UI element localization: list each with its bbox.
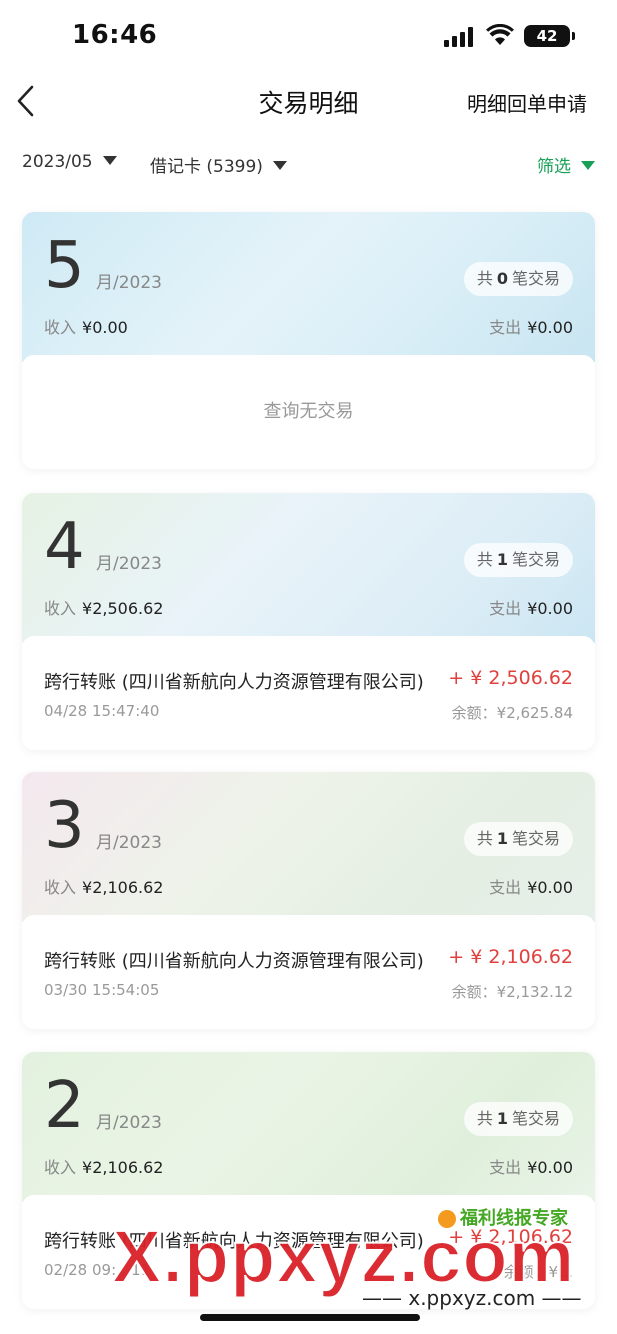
wifi-icon (486, 24, 514, 45)
transaction-balance: 余额：¥2,625.84 (451, 704, 573, 722)
month-summary-header: 3 月/2023 共 1 笔交易 收入 ¥2,106.62 支出 ¥0.00 (22, 772, 595, 922)
receipt-request-link[interactable]: 明细回单申请 (467, 88, 587, 117)
dropdown-triangle-icon (581, 160, 595, 170)
month-section: 2 月/2023 共 1 笔交易 收入 ¥2,106.62 支出 ¥0.00 跨行转账 … (22, 1052, 595, 1309)
transaction-time: 04/28 15:47:40 (44, 702, 160, 720)
transaction-count-badge: 共 0 笔交易 (463, 262, 573, 296)
expense-summary: 支出 ¥0.00 (489, 599, 573, 618)
filter-button[interactable]: 筛选 (537, 152, 595, 177)
expense-summary: 支出 ¥0.00 (489, 1158, 573, 1177)
month-summary-header: 5 月/2023 共 0 笔交易 收入 ¥0.00 支出 ¥0.00 (22, 212, 595, 362)
transaction-amount: + ¥ 2,506.62 (448, 667, 573, 689)
battery-icon: 42 (524, 25, 575, 47)
card-selector-label: 借记卡 (5399) (150, 157, 263, 177)
transaction-amount: + ¥ 2,106.62 (448, 946, 573, 968)
card-selector[interactable]: 借记卡 (5399) (150, 152, 287, 177)
transaction-balance: 余额：¥… (503, 1263, 573, 1281)
dropdown-triangle-icon (102, 155, 117, 165)
transaction-row[interactable]: 跨行转账 (四川省新航向人力资源管理有限公司) + ¥ 2,106.62 02/… (22, 1195, 595, 1309)
income-summary: 收入 ¥0.00 (44, 318, 128, 337)
month-number: 5 (44, 229, 85, 303)
month-year-label: 月/2023 (96, 833, 162, 853)
transaction-count-badge: 共 1 笔交易 (463, 543, 573, 577)
status-time: 16:46 (72, 20, 158, 50)
month-summary-header: 4 月/2023 共 1 笔交易 收入 ¥2,506.62 支出 ¥0.00 (22, 493, 595, 643)
transaction-time: 03/30 15:54:05 (44, 981, 160, 999)
month-section: 5 月/2023 共 0 笔交易 收入 ¥0.00 支出 ¥0.00 查询无交易 (22, 212, 595, 469)
month-year-label: 月/2023 (96, 1113, 162, 1133)
transaction-title: 跨行转账 (四川省新航向人力资源管理有限公司) (44, 672, 424, 693)
filter-button-label: 筛选 (537, 157, 571, 177)
transaction-balance: 余额：¥2,132.12 (451, 983, 573, 1001)
income-summary: 收入 ¥2,506.62 (44, 599, 164, 618)
transaction-title: 跨行转账 (四川省新航向人力资源管理有限公司) (44, 1231, 424, 1252)
transaction-list: 跨行转账 (四川省新航向人力资源管理有限公司) + ¥ 2,106.62 02/… (22, 1195, 595, 1309)
dropdown-triangle-icon (272, 160, 287, 170)
month-selector-label: 2023/05 (22, 152, 93, 172)
month-section: 3 月/2023 共 1 笔交易 收入 ¥2,106.62 支出 ¥0.00 跨行转账 … (22, 772, 595, 1029)
transaction-amount: + ¥ 2,106.62 (448, 1226, 573, 1248)
transaction-row[interactable]: 跨行转账 (四川省新航向人力资源管理有限公司) + ¥ 2,106.62 03/… (22, 915, 595, 1029)
transaction-count-badge: 共 1 笔交易 (463, 1102, 573, 1136)
transaction-time: 02/28 09:…11 (44, 1261, 151, 1279)
expense-summary: 支出 ¥0.00 (489, 878, 573, 897)
home-indicator[interactable] (200, 1314, 420, 1321)
month-section: 4 月/2023 共 1 笔交易 收入 ¥2,506.62 支出 ¥0.00 跨行转账 … (22, 493, 595, 750)
status-bar: 16:46 42 (0, 0, 617, 70)
empty-state-text: 查询无交易 (263, 401, 354, 422)
transaction-title: 跨行转账 (四川省新航向人力资源管理有限公司) (44, 951, 424, 972)
month-selector[interactable]: 2023/05 (22, 152, 117, 172)
income-summary: 收入 ¥2,106.62 (44, 1158, 164, 1177)
transaction-row[interactable]: 跨行转账 (四川省新航向人力资源管理有限公司) + ¥ 2,506.62 04/… (22, 636, 595, 750)
month-number: 2 (44, 1069, 85, 1143)
month-year-label: 月/2023 (96, 273, 162, 293)
transaction-list: 查询无交易 (22, 355, 595, 469)
month-number: 3 (44, 789, 85, 863)
transaction-list: 跨行转账 (四川省新航向人力资源管理有限公司) + ¥ 2,106.62 03/… (22, 915, 595, 1029)
month-year-label: 月/2023 (96, 554, 162, 574)
expense-summary: 支出 ¥0.00 (489, 318, 573, 337)
filter-row: 2023/05 借记卡 (5399) 筛选 (0, 148, 617, 178)
cellular-signal-icon (444, 27, 476, 47)
month-summary-header: 2 月/2023 共 1 笔交易 收入 ¥2,106.62 支出 ¥0.00 (22, 1052, 595, 1202)
transaction-list: 跨行转账 (四川省新航向人力资源管理有限公司) + ¥ 2,506.62 04/… (22, 636, 595, 750)
month-number: 4 (44, 510, 85, 584)
income-summary: 收入 ¥2,106.62 (44, 878, 164, 897)
transaction-count-badge: 共 1 笔交易 (463, 822, 573, 856)
